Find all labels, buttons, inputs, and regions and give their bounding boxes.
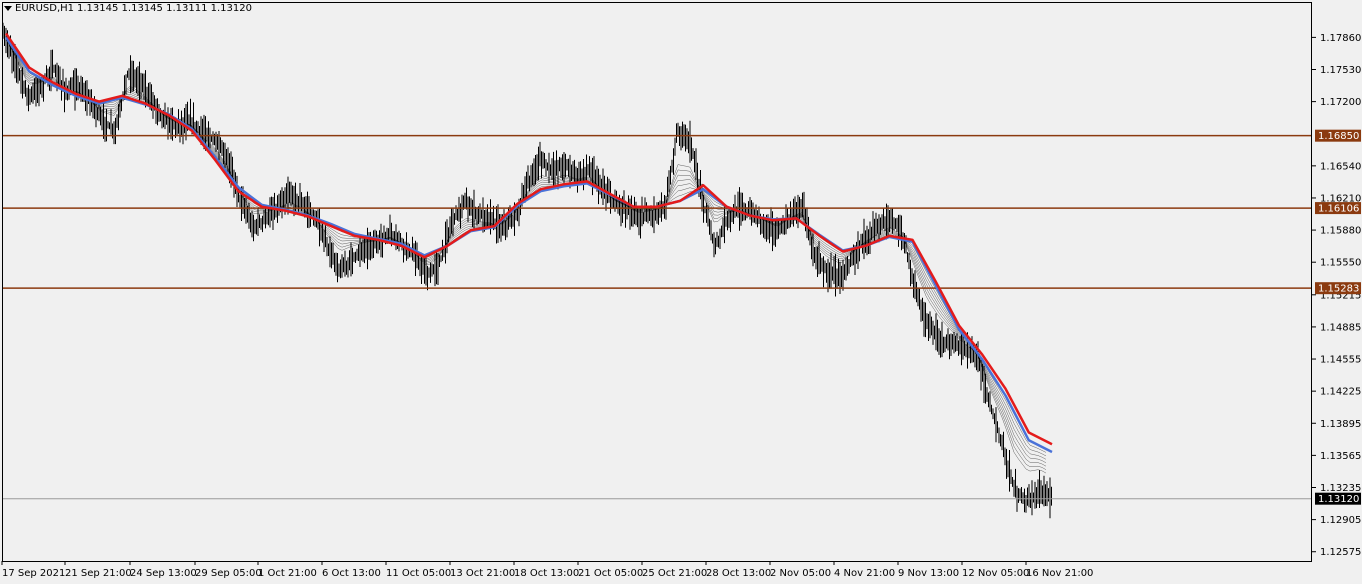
- ma-ribbon-line: [5, 38, 1047, 474]
- y-tick-label: 1.13235: [1320, 483, 1361, 494]
- x-tick-label: 2 Nov 05:00: [770, 568, 831, 579]
- x-tick-label: 16 Nov 21:00: [1026, 568, 1093, 579]
- ma-ribbon-line: [5, 38, 1047, 470]
- chart-menu-triangle-icon[interactable]: [4, 6, 12, 11]
- ma-ribbon-line: [5, 38, 1047, 467]
- ma-ribbon: [5, 37, 1047, 474]
- y-tick-label: 1.15550: [1320, 258, 1361, 269]
- x-tick-label: 13 Oct 21:00: [450, 568, 515, 579]
- ma-ribbon-line: [5, 38, 1047, 464]
- x-tick-label: 6 Oct 13:00: [322, 568, 381, 579]
- ma-ribbon-line: [5, 37, 1047, 453]
- x-tick-label: 21 Sep 21:00: [65, 568, 132, 579]
- y-tick-label: 1.15880: [1320, 226, 1361, 237]
- ema-slow-line: [4, 36, 1053, 454]
- x-tick-label: 29 Sep 05:00: [195, 568, 262, 579]
- x-tick-label: 4 Nov 21:00: [834, 568, 895, 579]
- x-tick-label: 18 Oct 13:00: [514, 568, 579, 579]
- bid-label: 1.13120: [1318, 494, 1359, 505]
- y-tick-label: 1.13895: [1320, 419, 1361, 430]
- x-tick-label: 21 Oct 05:00: [578, 568, 643, 579]
- x-tick-label: 1 Oct 21:00: [258, 568, 317, 579]
- x-tick-label: 25 Oct 21:00: [642, 568, 707, 579]
- y-tick-label: 1.14225: [1320, 387, 1361, 398]
- level-label: 1.16106: [1318, 204, 1359, 215]
- x-tick-label: 9 Nov 13:00: [898, 568, 959, 579]
- ohlc-values: 1.13145 1.13145 1.13111 1.13120: [77, 3, 252, 14]
- x-tick-label: 12 Nov 05:00: [962, 568, 1029, 579]
- candles: [2, 22, 1052, 519]
- symbol-label: EURUSD,H1: [15, 3, 75, 14]
- y-tick-label: 1.16540: [1320, 161, 1361, 172]
- ma-ribbon-line: [5, 37, 1047, 457]
- y-tick-label: 1.12905: [1320, 515, 1361, 526]
- ma-ribbon-line: [5, 37, 1047, 460]
- price-chart: 1.178601.175301.172001.165401.162101.158…: [1, 22, 1361, 579]
- y-tick-label: 1.13565: [1320, 451, 1361, 462]
- chart-window: 1.17860 1.17530 1.17200 1.16540 1.16210 1.158…: [0, 0, 1362, 584]
- x-tick-label: 24 Sep 13:00: [130, 568, 197, 579]
- y-tick-label: 1.14885: [1320, 322, 1361, 333]
- y-tick-label: 1.12575: [1320, 547, 1361, 558]
- x-tick-label: 17 Sep 2021: [2, 568, 65, 579]
- x-tick-label: 28 Oct 13:00: [706, 568, 771, 579]
- level-label: 1.15283: [1318, 284, 1359, 295]
- y-tick-label: 1.17860: [1320, 33, 1361, 44]
- y-tick-label: 1.17530: [1320, 65, 1361, 76]
- y-tick-label: 1.14555: [1320, 355, 1361, 366]
- y-tick-label: 1.17200: [1320, 97, 1361, 108]
- chart-header: EURUSD,H1 1.13145 1.13145 1.13111 1.1312…: [4, 3, 252, 14]
- x-tick-label: 11 Oct 05:00: [386, 568, 451, 579]
- level-label: 1.16850: [1318, 131, 1359, 142]
